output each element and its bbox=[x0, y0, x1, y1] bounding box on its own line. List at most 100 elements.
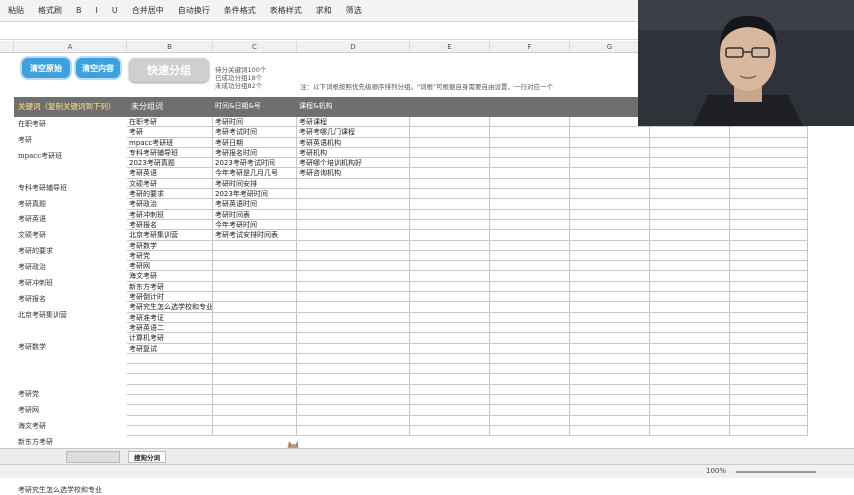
table-cell[interactable] bbox=[570, 302, 650, 312]
table-cell[interactable] bbox=[213, 281, 297, 292]
table-cell[interactable] bbox=[297, 261, 410, 271]
table-cell[interactable] bbox=[410, 261, 490, 271]
table-cell[interactable]: 计算机考研 bbox=[127, 333, 213, 343]
table-cell[interactable] bbox=[213, 250, 297, 261]
table-cell[interactable] bbox=[410, 189, 490, 199]
table-cell[interactable] bbox=[570, 322, 650, 333]
table-cell[interactable] bbox=[297, 230, 410, 240]
table-cell[interactable] bbox=[213, 271, 297, 281]
table-cell[interactable] bbox=[410, 178, 490, 189]
table-cell[interactable] bbox=[570, 147, 650, 158]
table-cell[interactable] bbox=[490, 364, 570, 374]
table-cell[interactable] bbox=[297, 415, 410, 425]
table-cell[interactable] bbox=[650, 405, 730, 415]
table-cell[interactable]: 考研咨询机构 bbox=[297, 168, 410, 178]
table-cell[interactable] bbox=[410, 405, 490, 415]
table-cell[interactable]: 考研报名 bbox=[127, 219, 213, 230]
table-cell[interactable] bbox=[570, 137, 650, 147]
table-cell[interactable] bbox=[410, 209, 490, 219]
keyword-item[interactable]: 考研党 bbox=[18, 389, 39, 399]
table-cell[interactable] bbox=[570, 240, 650, 250]
table-cell[interactable] bbox=[730, 364, 808, 374]
table-cell[interactable] bbox=[730, 147, 808, 158]
table-cell[interactable] bbox=[730, 189, 808, 199]
table-cell[interactable] bbox=[410, 147, 490, 158]
ribbon-item[interactable]: 自动换行 bbox=[178, 5, 210, 16]
table-cell[interactable]: 考研网 bbox=[127, 261, 213, 271]
table-cell[interactable]: 考研究生怎么选学校和专业 bbox=[127, 302, 213, 312]
column-letter-c[interactable]: C bbox=[213, 41, 297, 53]
table-cell[interactable] bbox=[297, 425, 410, 436]
table-cell[interactable]: 考研复试 bbox=[127, 343, 213, 353]
table-cell[interactable]: 考研机构 bbox=[297, 147, 410, 158]
table-cell[interactable] bbox=[570, 292, 650, 302]
table-cell[interactable] bbox=[490, 209, 570, 219]
table-cell[interactable] bbox=[213, 353, 297, 364]
table-cell[interactable] bbox=[213, 312, 297, 322]
table-cell[interactable] bbox=[570, 189, 650, 199]
table-cell[interactable] bbox=[297, 333, 410, 343]
table-cell[interactable] bbox=[127, 425, 213, 436]
table-cell[interactable] bbox=[650, 343, 730, 353]
table-cell[interactable]: 2023考研考试时间 bbox=[213, 158, 297, 168]
table-cell[interactable] bbox=[730, 240, 808, 250]
ribbon-item[interactable]: 粘贴 bbox=[8, 5, 24, 16]
table-cell[interactable] bbox=[213, 302, 297, 312]
table-cell[interactable] bbox=[730, 199, 808, 209]
table-cell[interactable] bbox=[570, 250, 650, 261]
table-cell[interactable] bbox=[490, 353, 570, 364]
table-cell[interactable] bbox=[570, 178, 650, 189]
keyword-item[interactable]: 海文考研 bbox=[18, 421, 46, 431]
table-cell[interactable] bbox=[213, 374, 297, 384]
column-letter-e[interactable]: E bbox=[410, 41, 490, 53]
table-cell[interactable] bbox=[410, 364, 490, 374]
table-cell[interactable] bbox=[650, 425, 730, 436]
table-cell[interactable]: 考研考哪几门课程 bbox=[297, 127, 410, 137]
table-cell[interactable] bbox=[410, 395, 490, 405]
table-cell[interactable] bbox=[730, 353, 808, 364]
table-cell[interactable] bbox=[650, 158, 730, 168]
table-cell[interactable]: 北京考研集训营 bbox=[127, 230, 213, 240]
table-cell[interactable]: 文硕考研 bbox=[127, 178, 213, 189]
table-cell[interactable] bbox=[650, 261, 730, 271]
table-cell[interactable] bbox=[490, 343, 570, 353]
table-cell[interactable] bbox=[297, 209, 410, 219]
table-cell[interactable]: 2023考研真题 bbox=[127, 158, 213, 168]
table-cell[interactable] bbox=[730, 230, 808, 240]
table-cell[interactable] bbox=[297, 364, 410, 374]
table-cell[interactable]: 新东方考研 bbox=[127, 281, 213, 292]
table-cell[interactable]: 考研英语时间 bbox=[213, 199, 297, 209]
table-cell[interactable]: 考研政治 bbox=[127, 199, 213, 209]
table-cell[interactable] bbox=[650, 209, 730, 219]
table-cell[interactable] bbox=[213, 333, 297, 343]
table-cell[interactable] bbox=[127, 415, 213, 425]
table-cell[interactable] bbox=[490, 415, 570, 425]
keyword-item[interactable]: 文硕考研 bbox=[18, 230, 46, 240]
table-cell[interactable] bbox=[650, 353, 730, 364]
table-cell[interactable] bbox=[650, 199, 730, 209]
table-cell[interactable] bbox=[490, 230, 570, 240]
keyword-item[interactable]: 考研网 bbox=[18, 405, 39, 415]
table-cell[interactable] bbox=[410, 127, 490, 137]
table-cell[interactable] bbox=[127, 395, 213, 405]
table-cell[interactable] bbox=[570, 364, 650, 374]
table-cell[interactable] bbox=[410, 292, 490, 302]
table-cell[interactable] bbox=[650, 333, 730, 343]
table-cell[interactable] bbox=[213, 261, 297, 271]
table-cell[interactable] bbox=[570, 271, 650, 281]
table-cell[interactable] bbox=[490, 322, 570, 333]
table-cell[interactable] bbox=[410, 343, 490, 353]
table-cell[interactable] bbox=[490, 384, 570, 395]
table-cell[interactable] bbox=[570, 281, 650, 292]
table-cell[interactable] bbox=[410, 117, 490, 127]
table-cell[interactable] bbox=[410, 250, 490, 261]
table-cell[interactable] bbox=[730, 302, 808, 312]
table-cell[interactable] bbox=[730, 374, 808, 384]
keyword-item[interactable]: 考研 bbox=[18, 135, 32, 145]
table-cell[interactable] bbox=[490, 281, 570, 292]
table-cell[interactable] bbox=[213, 425, 297, 436]
keyword-item[interactable]: mpacc考研班 bbox=[18, 151, 62, 161]
table-cell[interactable] bbox=[650, 189, 730, 199]
table-cell[interactable] bbox=[650, 384, 730, 395]
column-letter-a[interactable]: A bbox=[14, 41, 127, 53]
